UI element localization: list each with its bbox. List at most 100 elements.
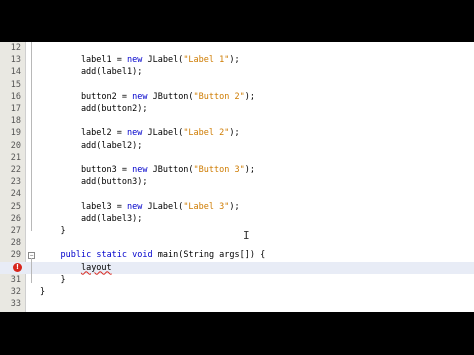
code-text[interactable]: label1 = new JLabel("Label 1"); bbox=[40, 54, 240, 66]
code-token: } bbox=[40, 274, 66, 285]
code-editor[interactable]: 12 13 label1 = new JLabel("Label 1"); 14 a… bbox=[0, 42, 474, 312]
code-token: label2 = bbox=[40, 128, 127, 139]
line-number: 27 bbox=[10, 226, 21, 236]
code-line[interactable]: 27 } bbox=[0, 225, 474, 237]
keyword: void bbox=[132, 250, 153, 261]
code-text[interactable]: add(label1); bbox=[40, 66, 142, 78]
code-text[interactable]: add(label3); bbox=[40, 213, 142, 225]
line-number: 25 bbox=[10, 201, 21, 212]
line-number: 19 bbox=[10, 128, 21, 139]
line-number: 22 bbox=[10, 165, 21, 175]
error-token: layout bbox=[80, 262, 112, 273]
code-token: ); bbox=[244, 165, 255, 175]
code-token: ); bbox=[229, 201, 240, 212]
fold-guide-line bbox=[31, 42, 32, 231]
code-token: add(label1); bbox=[40, 67, 143, 78]
code-token: add(label2); bbox=[40, 140, 143, 151]
code-line[interactable]: 12 bbox=[0, 42, 474, 54]
code-line[interactable]: 17 add(button2); bbox=[0, 103, 474, 115]
keyword: new bbox=[132, 165, 148, 175]
code-token: ); bbox=[229, 128, 240, 139]
code-line[interactable]: 19 label2 = new JLabel("Label 2"); bbox=[0, 127, 474, 139]
line-number: 14 bbox=[10, 67, 21, 78]
code-token: button2 = bbox=[40, 91, 133, 102]
code-token: main(String args[]) { bbox=[152, 250, 266, 261]
code-text[interactable]: layout bbox=[40, 262, 112, 274]
code-text[interactable]: } bbox=[40, 225, 66, 237]
code-line[interactable]: 32} bbox=[0, 286, 474, 298]
line-number: 18 bbox=[10, 116, 21, 127]
code-token: } bbox=[40, 226, 66, 236]
code-line[interactable]: 18 bbox=[0, 115, 474, 127]
string-literal: "Label 3" bbox=[183, 201, 230, 212]
code-token: JButton( bbox=[147, 165, 194, 175]
code-text[interactable]: button3 = new JButton("Button 3"); bbox=[40, 164, 255, 176]
code-token: add(label3); bbox=[40, 213, 143, 224]
top-black-bar bbox=[0, 0, 474, 42]
line-number: 28 bbox=[10, 238, 21, 249]
code-token: ); bbox=[244, 91, 255, 102]
keyword: new bbox=[127, 55, 143, 66]
text-cursor-icon: I bbox=[243, 229, 250, 242]
code-token: label1 = bbox=[40, 55, 127, 66]
code-text[interactable]: } bbox=[40, 286, 45, 298]
code-line[interactable]: 20 add(label2); bbox=[0, 140, 474, 152]
code-line[interactable]: 15 bbox=[0, 79, 474, 91]
line-number: 12 bbox=[10, 43, 21, 53]
code-token: add(button3); bbox=[40, 177, 148, 188]
code-text[interactable]: label3 = new JLabel("Label 3"); bbox=[40, 201, 240, 213]
code-line[interactable]: 24 bbox=[0, 188, 474, 200]
line-number: 20 bbox=[10, 140, 21, 151]
line-number: 16 bbox=[10, 91, 21, 102]
line-number: 17 bbox=[10, 104, 21, 114]
code-token: } bbox=[40, 287, 46, 297]
line-number: 24 bbox=[10, 189, 21, 200]
code-line[interactable]: 30! layout bbox=[0, 261, 474, 274]
keyword: public bbox=[60, 250, 92, 261]
line-number: 33 bbox=[10, 299, 21, 310]
code-line[interactable]: 22 button3 = new JButton("Button 3"); bbox=[0, 164, 474, 176]
code-token: button3 = bbox=[40, 165, 133, 175]
keyword: new bbox=[127, 201, 143, 212]
code-token: JLabel( bbox=[142, 128, 184, 139]
string-literal: "Label 1" bbox=[183, 55, 230, 66]
code-line[interactable]: 31 } bbox=[0, 274, 474, 286]
string-literal: "Button 2" bbox=[193, 91, 245, 102]
code-text[interactable]: } bbox=[40, 274, 66, 286]
code-token: label3 = bbox=[40, 201, 127, 212]
line-number: 32 bbox=[10, 287, 21, 297]
code-text[interactable]: label2 = new JLabel("Label 2"); bbox=[40, 127, 240, 139]
code-line[interactable]: 16 button2 = new JButton("Button 2"); bbox=[0, 91, 474, 103]
code-token: JButton( bbox=[147, 91, 194, 102]
code-line[interactable]: 28 bbox=[0, 237, 474, 249]
line-number: 23 bbox=[10, 177, 21, 188]
line-number: 13 bbox=[10, 55, 21, 66]
code-text[interactable]: add(label2); bbox=[40, 140, 142, 152]
code-line[interactable]: 33 bbox=[0, 298, 474, 310]
code-token: JLabel( bbox=[142, 201, 184, 212]
code-line[interactable]: 13 label1 = new JLabel("Label 1"); bbox=[0, 54, 474, 66]
line-number: 21 bbox=[10, 152, 21, 163]
line-number: 31 bbox=[10, 274, 21, 285]
code-line[interactable]: 25 label3 = new JLabel("Label 3"); bbox=[0, 201, 474, 213]
fold-guide-line bbox=[31, 258, 32, 283]
code-token: ); bbox=[229, 55, 240, 66]
code-text[interactable]: add(button3); bbox=[40, 176, 148, 188]
code-line[interactable]: 21 bbox=[0, 152, 474, 164]
line-number: 26 bbox=[10, 213, 21, 224]
string-literal: "Button 3" bbox=[193, 165, 245, 175]
code-line[interactable]: 23 add(button3); bbox=[0, 176, 474, 188]
code-text[interactable]: add(button2); bbox=[40, 103, 148, 115]
code-line[interactable]: 29 public static void main(String args[]… bbox=[0, 249, 474, 261]
line-number: 29 bbox=[10, 250, 21, 261]
keyword: static bbox=[96, 250, 128, 261]
code-line[interactable]: 14 add(label1); bbox=[0, 66, 474, 78]
string-literal: "Label 2" bbox=[183, 128, 230, 139]
line-number: 15 bbox=[10, 79, 21, 90]
code-text[interactable]: button2 = new JButton("Button 2"); bbox=[40, 91, 255, 103]
error-icon[interactable]: ! bbox=[13, 262, 22, 272]
code-line[interactable]: 26 add(label3); bbox=[0, 213, 474, 225]
code-text[interactable]: public static void main(String args[]) { bbox=[40, 249, 265, 261]
